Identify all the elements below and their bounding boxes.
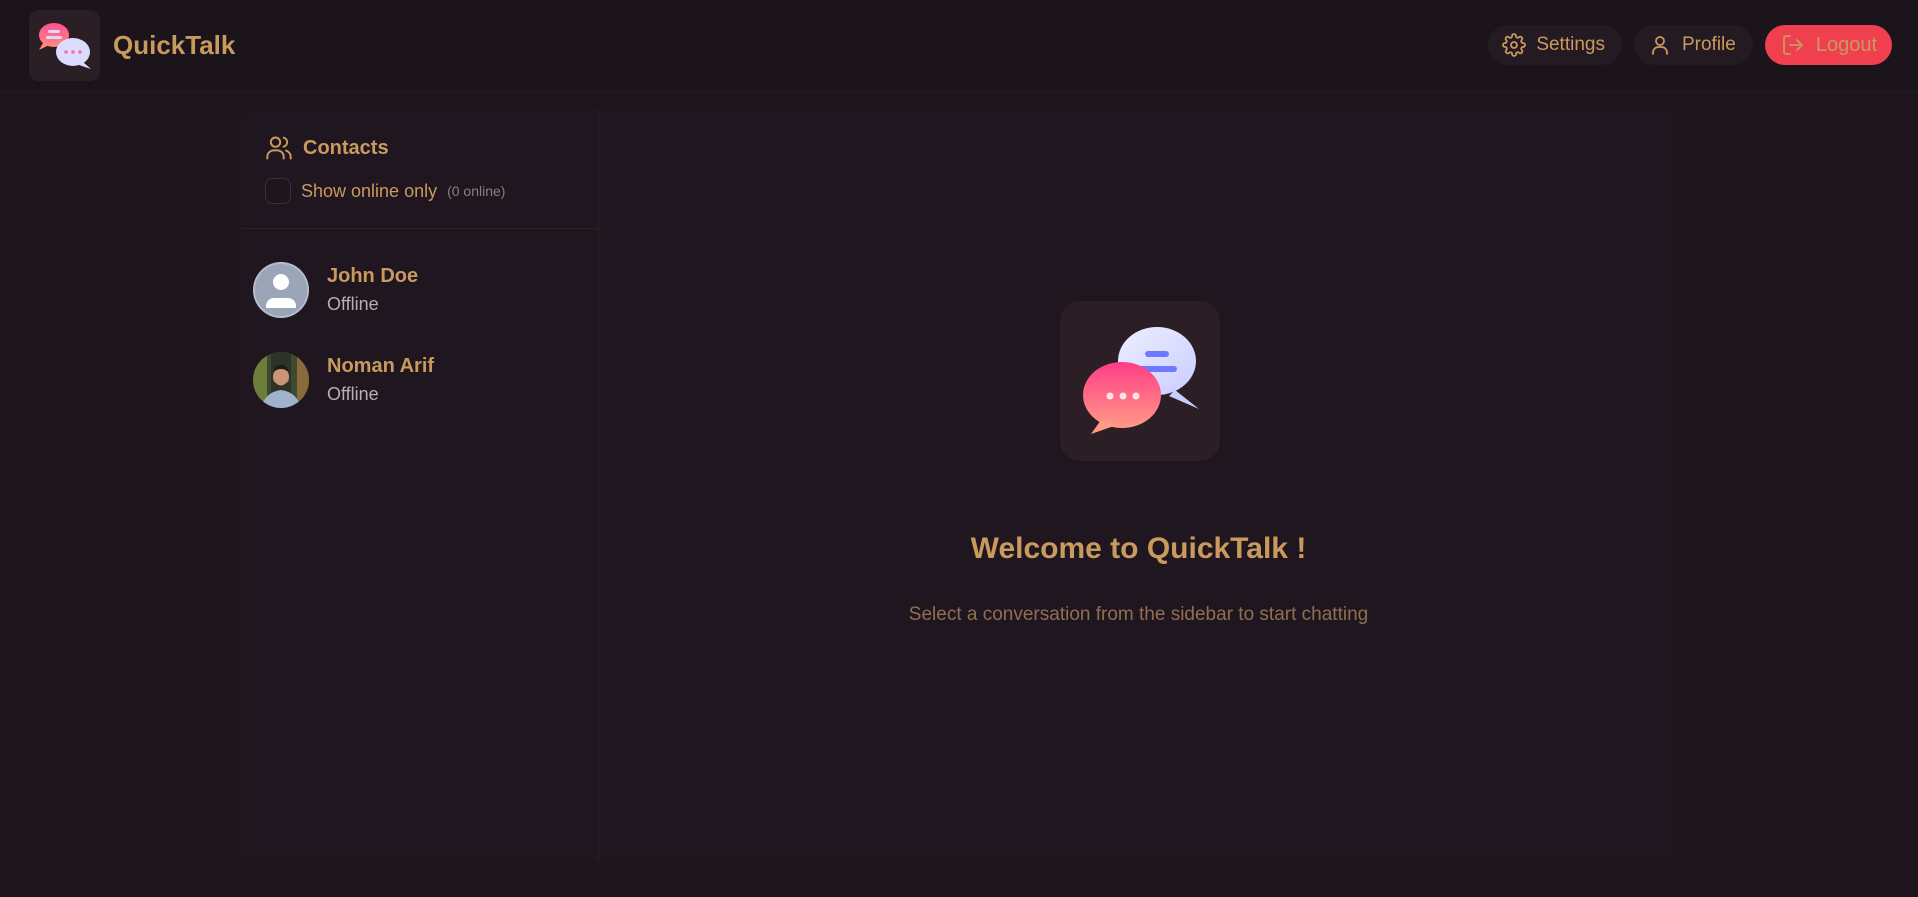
header-actions: Settings Profile Logout <box>1488 25 1892 65</box>
top-navbar: QuickTalk Settings Profile Logout <box>0 0 1918 92</box>
logout-label: Logout <box>1815 33 1877 56</box>
welcome-subtitle: Select a conversation from the sidebar t… <box>908 604 1369 625</box>
welcome-title: Welcome to QuickTalk ! <box>970 532 1307 565</box>
contact-status: Offline <box>327 294 379 314</box>
contact-item-john-doe[interactable]: John Doe Offline <box>253 254 587 326</box>
profile-button[interactable]: Profile <box>1633 25 1753 65</box>
app-name: QuickTalk <box>113 30 236 60</box>
settings-label: Settings <box>1536 34 1605 55</box>
avatar <box>253 262 309 318</box>
contacts-sidebar: Contacts Show online only (0 online) Joh… <box>241 110 599 862</box>
settings-button[interactable]: Settings <box>1488 25 1622 65</box>
welcome-screen: Welcome to QuickTalk ! Select a conversa… <box>599 110 1678 862</box>
logout-icon <box>1782 35 1803 55</box>
logout-button[interactable]: Logout <box>1764 25 1892 65</box>
contact-item-noman-arif[interactable]: Noman Arif Offline <box>253 344 587 416</box>
contact-info: John Doe Offline <box>327 265 418 315</box>
users-icon <box>266 136 292 160</box>
contact-status: Offline <box>327 384 379 404</box>
contacts-heading: Contacts <box>265 134 389 162</box>
online-filter: Show online only (0 online) <box>265 178 505 204</box>
show-online-checkbox[interactable] <box>265 178 291 204</box>
chat-bubbles-icon <box>1060 301 1220 461</box>
contact-name: Noman Arif <box>327 355 435 377</box>
contact-name: John Doe <box>327 265 419 287</box>
gear-icon <box>1502 33 1527 57</box>
contact-info: Noman Arif Offline <box>327 355 434 405</box>
online-count: (0 online) <box>447 183 506 199</box>
avatar <box>253 352 309 408</box>
sidebar-header: Contacts Show online only (0 online) <box>241 110 598 229</box>
chat-panel: Contacts Show online only (0 online) Joh… <box>241 110 1678 862</box>
contacts-title: Contacts <box>303 136 389 159</box>
chat-bubbles-logo-icon <box>29 10 100 81</box>
show-online-label[interactable]: Show online only <box>301 181 437 202</box>
user-icon <box>1652 36 1668 55</box>
brand[interactable]: QuickTalk <box>29 10 235 81</box>
profile-label: Profile <box>1681 34 1736 55</box>
